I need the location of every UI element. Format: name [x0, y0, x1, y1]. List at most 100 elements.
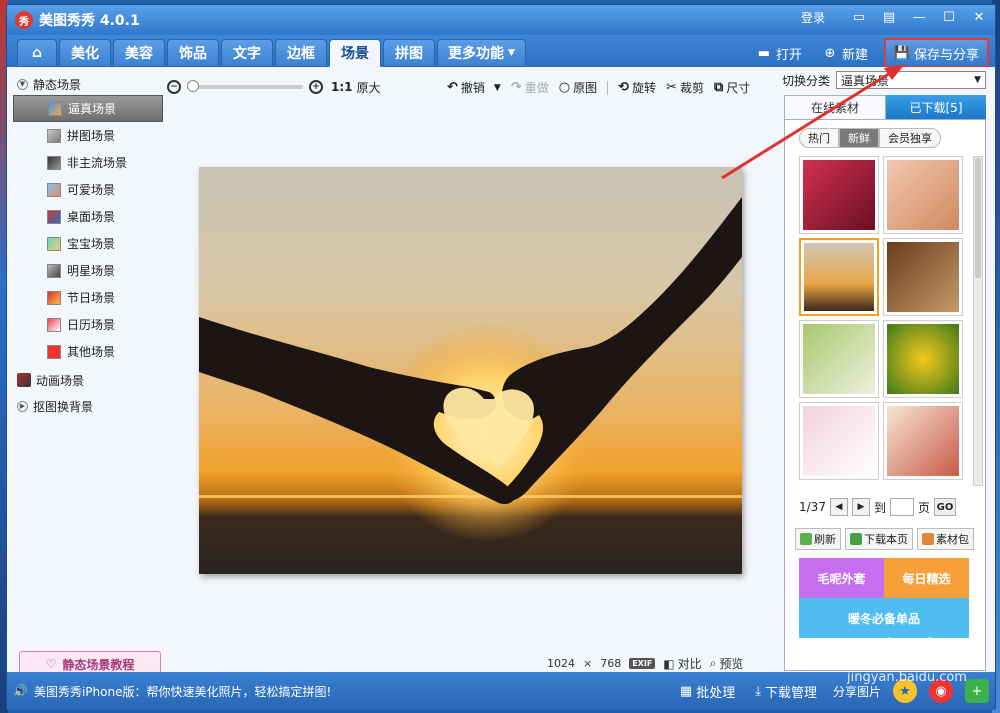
promo-daily-pick[interactable]: 每日精选: [884, 558, 969, 598]
download-page-button[interactable]: 下载本页: [845, 528, 913, 550]
tab-more-label: 更多功能: [448, 46, 504, 62]
filter-members[interactable]: 会员独享: [879, 128, 941, 148]
tab-accessories[interactable]: 饰品: [167, 39, 219, 67]
sidebar-item-calendar[interactable]: 日历场景: [13, 311, 163, 338]
ratio-1-1-button[interactable]: 1:1: [331, 80, 353, 94]
main-area: ▼ 静态场景 逼真场景 拼图场景 非主流场景 可爱场景 桌面场景 宝宝场景 明星…: [7, 67, 995, 677]
material-thumbnail-selected[interactable]: [799, 238, 879, 316]
refresh-button[interactable]: 刷新: [795, 528, 841, 550]
zoom-slider[interactable]: [187, 80, 303, 92]
promo-wool-coat[interactable]: 毛呢外套: [799, 558, 884, 598]
rotate-button[interactable]: ⟲ 旋转: [618, 79, 656, 96]
material-thumbnail[interactable]: [883, 402, 963, 480]
sidebar-item-baby[interactable]: 宝宝场景: [13, 230, 163, 257]
size-label: 尺寸: [726, 81, 751, 95]
scene-icon: [47, 290, 61, 305]
sidebar-item-holiday[interactable]: 节日场景: [13, 284, 163, 311]
zoom-out-icon[interactable]: −: [167, 80, 181, 94]
message-icon[interactable]: ▭: [851, 10, 867, 26]
page-input[interactable]: [889, 498, 914, 516]
compare-button[interactable]: ◧ 对比: [663, 655, 701, 672]
prev-page-button[interactable]: ◀: [829, 498, 848, 516]
image-canvas[interactable]: [199, 167, 742, 574]
category-cutout[interactable]: ▶ 抠图换背景: [13, 395, 163, 417]
category-select[interactable]: 逼真场景 ▼: [836, 71, 987, 89]
original-size-button[interactable]: 原大: [357, 79, 381, 96]
minimize-icon[interactable]: —: [911, 10, 927, 26]
sidebar-item-other[interactable]: 其他场景: [13, 338, 163, 365]
compare-icon: ◧: [663, 656, 675, 671]
app-window: 秀 美图秀秀 4.0.1 登录 ▭ ▤ — ☐ ✕ ⌂ 美化 美容 饰品 文字 …: [6, 4, 996, 710]
download-manager-button[interactable]: ⤓ 下载管理: [751, 678, 821, 704]
sidebar-item-label: 可爱场景: [67, 183, 116, 197]
material-thumbnail[interactable]: [799, 320, 879, 398]
collapse-icon: ▼: [17, 78, 28, 90]
chevron-down-icon[interactable]: ▼: [494, 83, 501, 93]
category-static[interactable]: ▼ 静态场景: [13, 73, 163, 95]
tab-border[interactable]: 边框: [275, 39, 327, 67]
material-thumbnail[interactable]: [799, 156, 879, 234]
material-pack-label: 素材包: [936, 533, 969, 546]
resize-icon: ⧉: [713, 80, 724, 95]
tab-more-features[interactable]: 更多功能 ▼: [437, 39, 526, 67]
sidebar-item-cute[interactable]: 可爱场景: [13, 176, 163, 203]
scrollbar-thumb[interactable]: [975, 158, 981, 278]
heart-icon: ♡: [45, 657, 57, 671]
scene-sidebar: ▼ 静态场景 逼真场景 拼图场景 非主流场景 可爱场景 桌面场景 宝宝场景 明星…: [13, 73, 163, 677]
material-scrollbar[interactable]: [973, 156, 983, 486]
material-thumbnail[interactable]: [883, 156, 963, 234]
batch-icon: ▦: [679, 683, 693, 699]
zoom-in-icon[interactable]: +: [309, 80, 323, 94]
tab-collage[interactable]: 拼图: [383, 39, 435, 67]
crop-button[interactable]: ✂ 裁剪: [666, 79, 704, 96]
material-pack-button[interactable]: 素材包: [917, 528, 974, 550]
status-message[interactable]: 美图秀秀iPhone版：帮你快速美化照片，轻松搞定拼图!: [34, 683, 331, 700]
tab-home[interactable]: ⌂: [17, 39, 57, 67]
sidebar-item-realistic[interactable]: 逼真场景: [13, 95, 163, 122]
refresh-icon: [800, 533, 812, 545]
close-icon[interactable]: ✕: [971, 10, 987, 26]
original-button[interactable]: ○ 原图: [559, 79, 597, 96]
promo-banner[interactable]: 毛呢外套 每日精选 暖冬必备单品: [799, 558, 969, 638]
share-image-link[interactable]: 分享图片: [833, 683, 881, 700]
sidebar-item-collage-scene[interactable]: 拼图场景: [13, 122, 163, 149]
preview-button[interactable]: ⌕ 预览: [710, 655, 744, 672]
batch-process-button[interactable]: ▦ 批处理: [676, 678, 739, 704]
material-thumbnail[interactable]: [799, 402, 879, 480]
tab-scene[interactable]: 场景: [329, 39, 381, 67]
scissors-icon: ✂: [666, 80, 677, 95]
new-button[interactable]: ⊕ 新建: [818, 40, 872, 66]
maximize-icon[interactable]: ☐: [941, 10, 957, 26]
add-plus-icon[interactable]: +: [965, 679, 989, 703]
size-button[interactable]: ⧉ 尺寸: [714, 79, 750, 96]
undo-button[interactable]: ↶ 撤销 ▼: [447, 79, 501, 96]
filter-hot[interactable]: 热门: [799, 128, 839, 148]
tab-beauty[interactable]: 美容: [113, 39, 165, 67]
crop-label: 裁剪: [679, 81, 704, 95]
menu-icon[interactable]: ▤: [881, 10, 897, 26]
login-link[interactable]: 登录: [801, 9, 825, 26]
tab-online-materials[interactable]: 在线素材: [784, 95, 886, 119]
zoom-slider-handle[interactable]: [187, 80, 199, 92]
sidebar-item-desktop[interactable]: 桌面场景: [13, 203, 163, 230]
exif-badge[interactable]: EXIF: [629, 658, 656, 669]
go-button[interactable]: GO: [933, 498, 956, 516]
next-page-button[interactable]: ▶: [851, 498, 870, 516]
image-height: 768: [600, 657, 622, 670]
tab-bar: ⌂ 美化 美容 饰品 文字 边框 场景 拼图 更多功能 ▼ ▬ 打开 ⊕ 新建 💾…: [7, 35, 995, 68]
sidebar-item-label: 日历场景: [67, 318, 116, 332]
tab-downloaded[interactable]: 已下载[5]: [886, 95, 986, 119]
sidebar-item-celebrity[interactable]: 明星场景: [13, 257, 163, 284]
redo-button[interactable]: ↷ 重做: [511, 79, 549, 96]
sidebar-item-nonmainstream[interactable]: 非主流场景: [13, 149, 163, 176]
category-animated[interactable]: 动画场景: [13, 369, 163, 391]
filter-new[interactable]: 新鲜: [839, 128, 879, 148]
sidebar-item-label: 明星场景: [67, 264, 116, 278]
thumbnail-image: [887, 406, 959, 476]
tab-beautify[interactable]: 美化: [59, 39, 111, 67]
tab-text[interactable]: 文字: [221, 39, 273, 67]
save-share-button[interactable]: 💾 保存与分享: [883, 38, 989, 68]
material-thumbnail[interactable]: [883, 320, 963, 398]
material-thumbnail[interactable]: [883, 238, 963, 316]
open-button[interactable]: ▬ 打开: [752, 40, 806, 66]
